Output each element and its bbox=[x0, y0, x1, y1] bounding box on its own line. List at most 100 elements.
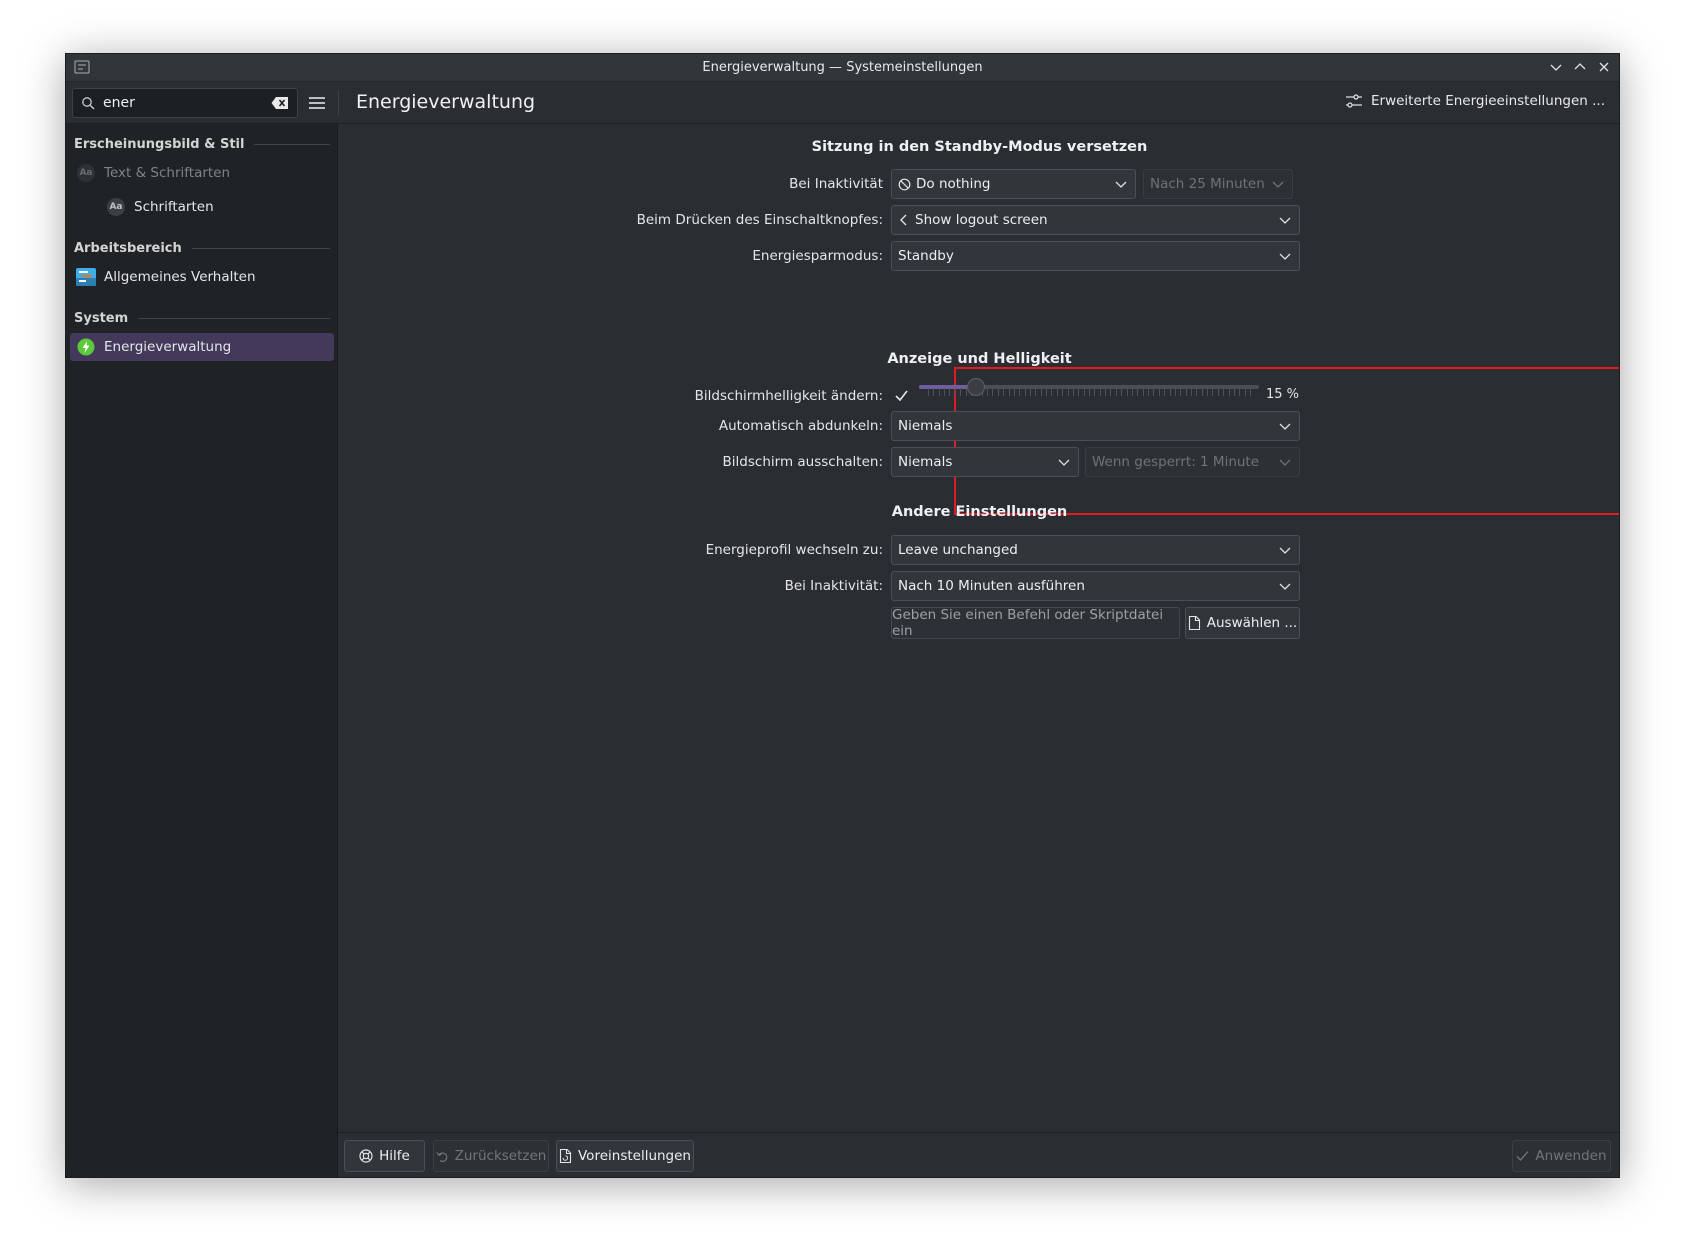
slider-tick bbox=[1185, 388, 1187, 396]
divider bbox=[138, 318, 330, 319]
suspend-section-title: Sitzung in den Standby-Modus versetzen bbox=[811, 139, 1148, 155]
chevron-down-icon bbox=[1115, 181, 1127, 188]
footer-bar: Hilfe Zurücksetzen Voreinstellungen Anwe… bbox=[338, 1132, 1619, 1177]
page-title: Energieverwaltung bbox=[356, 91, 536, 113]
sidebar-item-label: Text & Schriftarten bbox=[104, 165, 231, 181]
reset-button[interactable]: Zurücksetzen bbox=[433, 1140, 549, 1172]
slider-tick bbox=[960, 388, 962, 396]
brightness-checkbox[interactable] bbox=[894, 389, 909, 402]
slider-tick bbox=[1062, 388, 1064, 396]
auto-dim-row: Automatisch abdunkeln: bbox=[338, 412, 883, 440]
defaults-button[interactable]: Voreinstellungen bbox=[556, 1140, 694, 1172]
reset-label: Zurücksetzen bbox=[454, 1148, 547, 1164]
toolbar-separator bbox=[338, 90, 339, 116]
help-lifebuoy-icon bbox=[359, 1149, 373, 1163]
chevron-down-icon bbox=[1279, 547, 1291, 554]
main-content: Sitzung in den Standby-Modus versetzen B… bbox=[338, 124, 1619, 1177]
close-button[interactable] bbox=[1595, 58, 1613, 76]
maximize-button[interactable] bbox=[1571, 58, 1589, 76]
advanced-label: Erweiterte Energieeinstellungen ... bbox=[1370, 93, 1605, 109]
title-bar: Energieverwaltung — Systemeinstellungen bbox=[66, 54, 1619, 82]
general-behavior-icon bbox=[76, 267, 96, 287]
power-button-action-value: Show logout screen bbox=[915, 212, 1048, 228]
sidebar-item-power-management[interactable]: Energieverwaltung bbox=[70, 333, 334, 361]
auto-dim-value: Niemals bbox=[898, 418, 953, 434]
advanced-power-settings-button[interactable]: Erweiterte Energieeinstellungen ... bbox=[1345, 93, 1605, 109]
slider-tick bbox=[1250, 388, 1251, 396]
chevron-down-icon bbox=[1279, 423, 1291, 430]
brightness-label: Bildschirmhelligkeit ändern: bbox=[694, 388, 883, 404]
slider-tick bbox=[1164, 388, 1166, 396]
screen-off-locked-spinbox[interactable]: Wenn gesperrt: 1 Minute bbox=[1085, 447, 1300, 477]
slider-tick bbox=[1067, 388, 1069, 396]
search-icon bbox=[82, 97, 95, 110]
slider-tick bbox=[992, 388, 994, 396]
slider-tick bbox=[1051, 388, 1053, 396]
divider bbox=[191, 248, 330, 249]
other-inactivity-label: Bei Inaktivität: bbox=[784, 578, 883, 594]
sidebar-item-label: Energieverwaltung bbox=[104, 339, 232, 355]
font-icon: Aa bbox=[106, 197, 126, 217]
brightness-value: 15 % bbox=[1266, 387, 1300, 402]
brightness-slider[interactable] bbox=[919, 378, 1259, 406]
chevron-down-icon bbox=[1272, 181, 1284, 188]
slider-tick bbox=[1040, 388, 1042, 396]
sidebar-item-label: Allgemeines Verhalten bbox=[104, 269, 256, 285]
brightness-row: Bildschirmhelligkeit ändern: bbox=[338, 382, 883, 410]
slider-tick bbox=[1244, 388, 1246, 396]
power-button-label: Beim Drücken des Einschaltknopfes: bbox=[636, 212, 883, 228]
minimize-button[interactable] bbox=[1547, 58, 1565, 76]
sidebar-item-general-behavior[interactable]: Allgemeines Verhalten bbox=[70, 263, 334, 291]
choose-file-button[interactable]: Auswählen ... bbox=[1185, 607, 1300, 639]
inactivity-delay-value: Nach 25 Minuten bbox=[1150, 176, 1265, 192]
slider-tick bbox=[1239, 388, 1241, 396]
sidebar-item-fonts[interactable]: Aa Schriftarten bbox=[70, 193, 334, 221]
chevron-down-icon bbox=[1058, 459, 1070, 466]
auto-dim-select[interactable]: Niemals bbox=[891, 411, 1300, 441]
chevron-left-icon bbox=[900, 214, 907, 226]
other-section-title: Andere Einstellungen bbox=[891, 504, 1068, 520]
sidebar: Erscheinungsbild & Stil Aa Text & Schrif… bbox=[66, 124, 338, 1177]
chevron-down-icon bbox=[1279, 217, 1291, 224]
undo-icon bbox=[436, 1151, 447, 1162]
profile-value: Leave unchanged bbox=[898, 542, 1018, 558]
search-box[interactable]: ener bbox=[72, 88, 298, 118]
slider-tick bbox=[1223, 388, 1225, 396]
defaults-label: Voreinstellungen bbox=[578, 1148, 691, 1164]
app-menu-icon[interactable] bbox=[74, 60, 90, 74]
slider-tick bbox=[1094, 388, 1096, 396]
sidebar-group-title: Erscheinungsbild & Stil bbox=[74, 137, 245, 152]
power-button-action-select[interactable]: Show logout screen bbox=[891, 205, 1300, 235]
document-revert-icon bbox=[559, 1149, 572, 1163]
inactivity-delay-spinbox[interactable]: Nach 25 Minuten bbox=[1143, 169, 1293, 199]
slider-tick bbox=[928, 388, 929, 396]
sidebar-item-text-fonts[interactable]: Aa Text & Schriftarten bbox=[70, 159, 334, 187]
apply-button[interactable]: Anwenden bbox=[1512, 1140, 1611, 1172]
sleep-mode-row: Energiesparmodus: bbox=[338, 242, 883, 270]
slider-tick bbox=[1174, 388, 1176, 396]
screen-off-select[interactable]: Niemals bbox=[891, 447, 1079, 477]
script-command-input[interactable]: Geben Sie einen Befehl oder Skriptdatei … bbox=[891, 607, 1180, 639]
slider-tick bbox=[1099, 388, 1101, 396]
inactivity-label: Bei Inaktivität bbox=[789, 176, 883, 192]
hamburger-menu-icon[interactable] bbox=[306, 92, 328, 114]
slider-tick bbox=[1110, 388, 1112, 396]
close-icon bbox=[1599, 62, 1609, 72]
inactivity-action-select[interactable]: Do nothing bbox=[891, 169, 1136, 199]
help-button[interactable]: Hilfe bbox=[344, 1140, 425, 1172]
clear-search-icon[interactable] bbox=[271, 96, 289, 110]
toolbar: ener Energieverwaltung Erweiterte Energi… bbox=[66, 82, 1619, 124]
chevron-down-icon bbox=[1279, 253, 1291, 260]
chevron-down-icon bbox=[1550, 64, 1562, 71]
display-section-title: Anzeige und Helligkeit bbox=[887, 351, 1072, 367]
sleep-mode-select[interactable]: Standby bbox=[891, 241, 1300, 271]
sleep-mode-value: Standby bbox=[898, 248, 954, 264]
screen-off-locked-value: Wenn gesperrt: 1 Minute bbox=[1092, 454, 1260, 470]
slider-tick bbox=[1148, 388, 1150, 396]
screen-off-row: Bildschirm ausschalten: bbox=[338, 448, 883, 476]
other-inactivity-select[interactable]: Nach 10 Minuten ausführen bbox=[891, 571, 1300, 601]
profile-select[interactable]: Leave unchanged bbox=[891, 535, 1300, 565]
slider-tick bbox=[1029, 388, 1031, 396]
screen-off-value: Niemals bbox=[898, 454, 953, 470]
search-input[interactable]: ener bbox=[103, 95, 271, 111]
